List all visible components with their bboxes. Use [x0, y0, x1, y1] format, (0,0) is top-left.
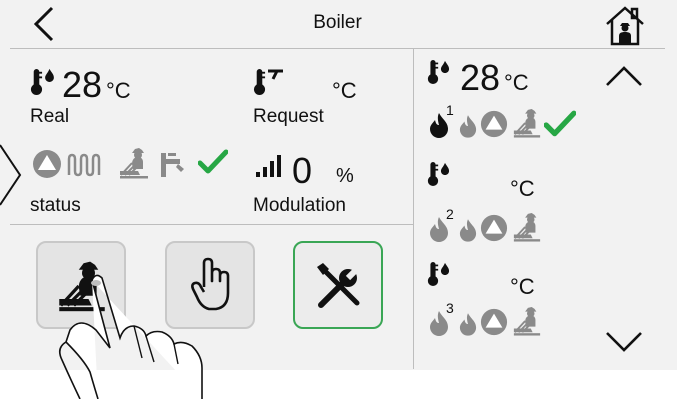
thermometer-request-icon — [253, 69, 283, 95]
pump-icon — [480, 308, 508, 336]
thermometer-flame-icon — [427, 162, 450, 186]
real-temperature-unit: °C — [106, 78, 131, 103]
thermometer-flame-icon — [427, 262, 450, 286]
header-bar: Boiler — [10, 0, 665, 49]
thermometer-flame-icon — [30, 68, 54, 95]
panel-divider — [413, 49, 414, 369]
stage-temperature-value: 28 — [460, 57, 501, 98]
chimney-sweep-status-icon — [118, 147, 150, 179]
pump-icon — [32, 149, 62, 179]
stage-number: 1 — [446, 102, 454, 118]
thermometer-flame-icon — [427, 60, 450, 84]
page-title: Boiler — [313, 12, 362, 33]
request-label: Request — [253, 106, 324, 127]
status-label: status — [30, 195, 81, 216]
house-with-chimney-sweep-icon — [606, 6, 644, 46]
scroll-up-button[interactable] — [604, 64, 644, 88]
flame-icon — [459, 312, 477, 336]
tools-icon — [317, 263, 363, 308]
modulation-value: 0 — [292, 150, 313, 191]
home-button[interactable] — [603, 4, 644, 46]
stage-number: 2 — [446, 206, 454, 222]
boiler-overview-panel: 28 °C Real °C Request status 0 % Modulat… — [10, 49, 413, 225]
scroll-down-button[interactable] — [604, 330, 644, 354]
real-temperature-value: 28 — [62, 64, 103, 105]
service-tools-button[interactable] — [293, 241, 383, 329]
modulation-label: Modulation — [253, 195, 346, 216]
tap-icon — [161, 153, 184, 177]
request-temperature-unit: °C — [332, 78, 357, 103]
stage-number: 3 — [446, 300, 454, 316]
stage-temperature-unit: °C — [510, 274, 535, 299]
chimney-sweep-status-icon — [512, 306, 542, 336]
real-label: Real — [30, 106, 70, 127]
chimney-sweep-status-icon — [512, 212, 542, 242]
radiator-icon — [67, 153, 101, 177]
chimney-sweep-status-icon — [512, 108, 542, 138]
signal-bars-icon — [256, 155, 281, 177]
touch-hand-icon — [58, 274, 203, 399]
flame-icon — [459, 114, 477, 138]
check-icon — [544, 110, 576, 138]
stage-temperature-unit: °C — [504, 70, 529, 95]
pump-icon — [480, 110, 508, 138]
stage-temperature-unit: °C — [510, 176, 535, 201]
pump-icon — [480, 214, 508, 242]
side-pointer-icon — [0, 144, 22, 206]
flame-icon — [459, 218, 477, 242]
modulation-unit: % — [336, 165, 354, 187]
check-icon — [198, 149, 228, 175]
